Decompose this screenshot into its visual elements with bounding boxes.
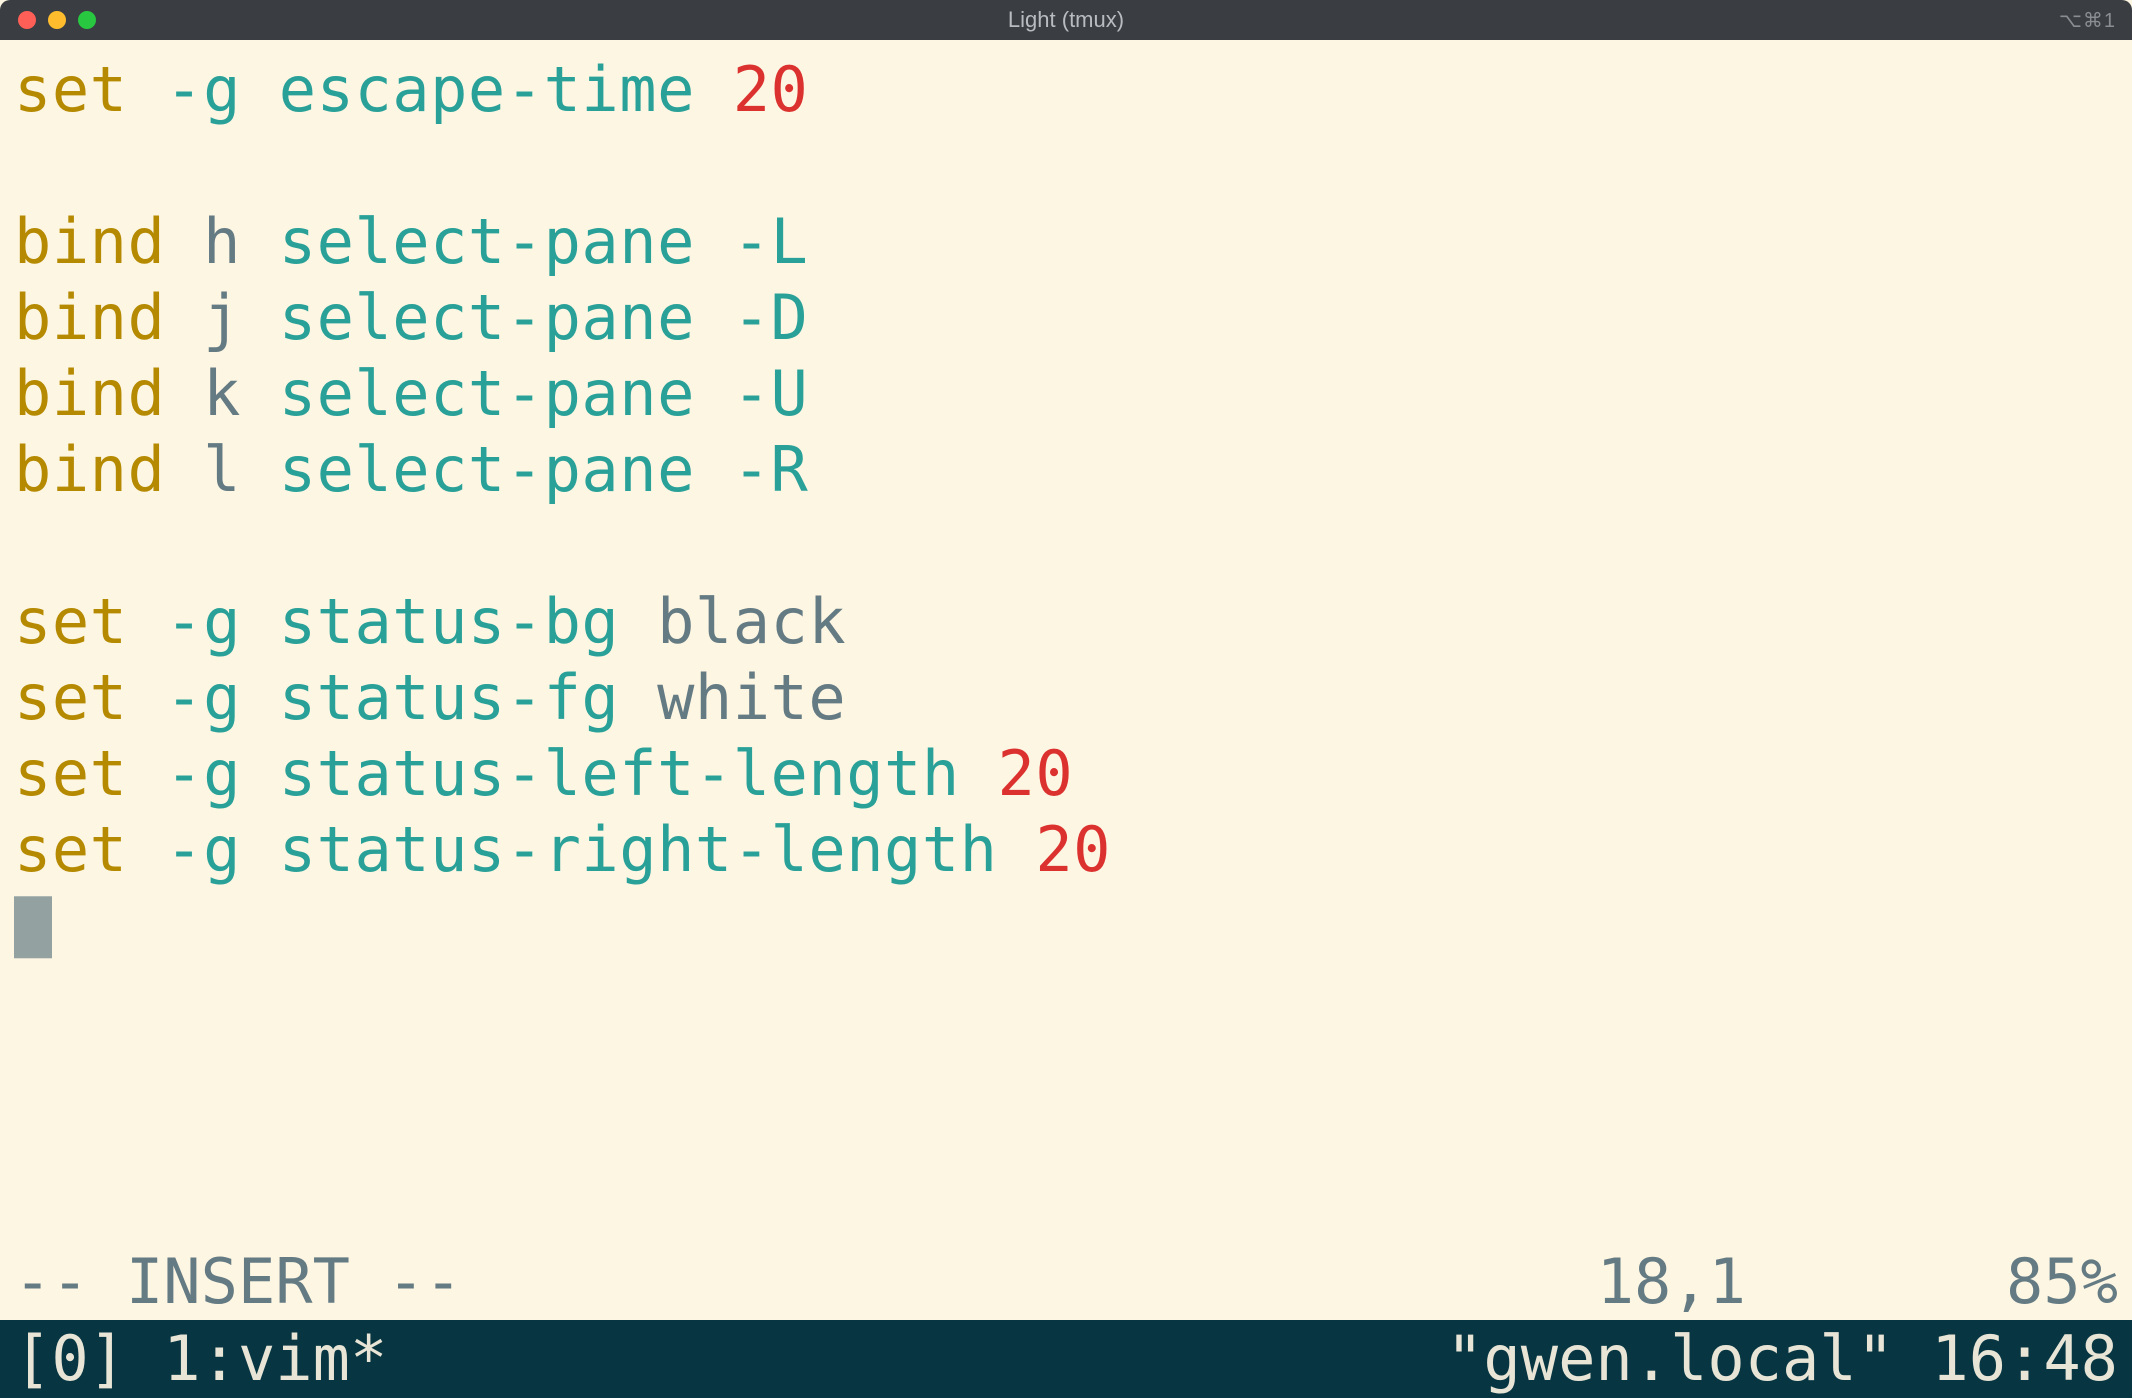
- code-token: [695, 357, 733, 430]
- code-token: [241, 737, 279, 810]
- code-token: escape-time: [279, 53, 695, 126]
- editor-line: [14, 508, 2118, 584]
- tmux-status-bar: [0] 1:vim* "gwen.local" 16:48: [0, 1320, 2132, 1398]
- terminal-window: Light (tmux) ⌥⌘1 set -g escape-time 20 bi…: [0, 0, 2132, 1398]
- vim-mode: -- INSERT --: [14, 1244, 462, 1320]
- window-title: Light (tmux): [0, 7, 2132, 33]
- code-token: [127, 661, 165, 734]
- code-token: j: [203, 281, 241, 354]
- code-token: k: [203, 357, 241, 430]
- code-token: set: [14, 53, 127, 126]
- code-token: [165, 433, 203, 506]
- code-token: white: [657, 661, 846, 734]
- code-token: -R: [733, 433, 809, 506]
- code-token: select-pane: [279, 205, 695, 278]
- code-token: [241, 53, 279, 126]
- code-token: l: [203, 433, 241, 506]
- code-token: -g: [165, 661, 241, 734]
- code-token: [241, 585, 279, 658]
- code-token: -L: [733, 205, 809, 278]
- code-token: [998, 813, 1036, 886]
- vim-status-line: -- INSERT -- 18,1 85%: [0, 1244, 2132, 1320]
- tmux-status-right: "gwen.local" 16:48: [1446, 1320, 2118, 1398]
- editor-line: set -g status-bg black: [14, 584, 2118, 660]
- code-token: [127, 53, 165, 126]
- code-token: [241, 357, 279, 430]
- code-token: [165, 205, 203, 278]
- code-token: bind: [14, 357, 165, 430]
- close-button[interactable]: [18, 11, 36, 29]
- code-token: status-left-length: [279, 737, 960, 810]
- editor-line: [14, 964, 2118, 1040]
- code-token: [241, 661, 279, 734]
- code-token: bind: [14, 205, 165, 278]
- code-token: -g: [165, 737, 241, 810]
- code-token: h: [203, 205, 241, 278]
- code-token: select-pane: [279, 433, 695, 506]
- code-token: status-bg: [279, 585, 619, 658]
- code-token: [127, 585, 165, 658]
- code-token: [695, 205, 733, 278]
- code-token: set: [14, 737, 127, 810]
- code-token: [241, 281, 279, 354]
- code-token: set: [14, 813, 127, 886]
- code-token: -g: [165, 813, 241, 886]
- code-token: [695, 53, 733, 126]
- vim-scroll-percent: 85%: [2006, 1244, 2118, 1320]
- editor-line: [14, 128, 2118, 204]
- editor-line: bind j select-pane -D: [14, 280, 2118, 356]
- vim-cursor-position: 18,1: [1597, 1244, 1746, 1320]
- code-token: -D: [733, 281, 809, 354]
- code-token: [127, 813, 165, 886]
- code-token: [619, 585, 657, 658]
- code-token: 20: [1035, 813, 1111, 886]
- editor-line: bind k select-pane -U: [14, 356, 2118, 432]
- code-token: [127, 737, 165, 810]
- code-token: [619, 661, 657, 734]
- code-token: [165, 281, 203, 354]
- code-token: 20: [733, 53, 809, 126]
- code-token: [695, 281, 733, 354]
- code-token: [695, 433, 733, 506]
- code-token: [241, 813, 279, 886]
- editor-line: [14, 1116, 2118, 1192]
- code-token: [960, 737, 998, 810]
- code-token: 20: [998, 737, 1074, 810]
- code-token: select-pane: [279, 357, 695, 430]
- tmux-status-left: [0] 1:vim*: [14, 1320, 387, 1398]
- code-token: [165, 357, 203, 430]
- editor-viewport[interactable]: set -g escape-time 20 bind h select-pane …: [0, 40, 2132, 1244]
- editor-line: set -g escape-time 20: [14, 52, 2118, 128]
- traffic-lights: [18, 11, 96, 29]
- code-token: black: [657, 585, 846, 658]
- editor-line: set -g status-fg white: [14, 660, 2118, 736]
- editor-line: [14, 888, 2118, 964]
- cursor: [14, 896, 52, 958]
- editor-line: bind h select-pane -L: [14, 204, 2118, 280]
- code-token: [241, 433, 279, 506]
- code-token: set: [14, 661, 127, 734]
- editor-line: bind l select-pane -R: [14, 432, 2118, 508]
- code-token: bind: [14, 281, 165, 354]
- code-token: status-fg: [279, 661, 619, 734]
- code-token: status-right-length: [279, 813, 998, 886]
- minimize-button[interactable]: [48, 11, 66, 29]
- code-token: -g: [165, 53, 241, 126]
- editor-line: set -g status-left-length 20: [14, 736, 2118, 812]
- code-token: -g: [165, 585, 241, 658]
- editor-line: [14, 1040, 2118, 1116]
- window-shortcut-hint: ⌥⌘1: [2059, 8, 2116, 33]
- code-token: bind: [14, 433, 165, 506]
- maximize-button[interactable]: [78, 11, 96, 29]
- code-token: [241, 205, 279, 278]
- code-token: select-pane: [279, 281, 695, 354]
- editor-line: set -g status-right-length 20: [14, 812, 2118, 888]
- code-token: -U: [733, 357, 809, 430]
- titlebar: Light (tmux) ⌥⌘1: [0, 0, 2132, 40]
- code-token: set: [14, 585, 127, 658]
